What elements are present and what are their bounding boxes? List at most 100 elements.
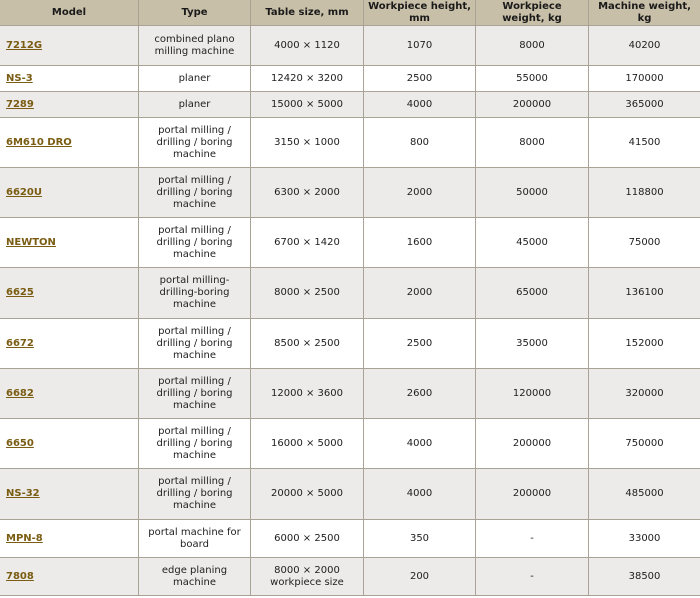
header-model: Model (0, 0, 139, 26)
table-row: NS-3 planer 12420 × 3200 2500 55000 1700… (0, 65, 700, 92)
type-cell: planer (138, 91, 251, 118)
workpiece-height-cell: 4000 (363, 418, 476, 469)
workpiece-weight-cell: 8000 (475, 25, 589, 66)
model-cell: 6620U (0, 167, 139, 218)
table-size-cell: 3150 × 1000 (250, 117, 364, 168)
model-cell: NS-3 (0, 65, 139, 92)
workpiece-weight-cell: 200000 (475, 418, 589, 469)
table-row: 6620U portal milling / drilling / boring… (0, 167, 700, 218)
workpiece-height-cell: 4000 (363, 468, 476, 520)
model-cell: MPN-8 (0, 519, 139, 558)
machine-weight-cell: 485000 (588, 468, 700, 520)
type-cell: planer (138, 65, 251, 92)
table-row: NEWTON portal milling / drilling / borin… (0, 217, 700, 268)
model-link[interactable]: 6682 (6, 388, 34, 399)
table-size-cell: 20000 × 5000 (250, 468, 364, 520)
workpiece-weight-cell: 50000 (475, 167, 589, 218)
table-size-cell: 4000 × 1120 (250, 25, 364, 66)
table-size-cell: 16000 × 5000 (250, 418, 364, 469)
table-row: 6M610 DRO portal milling / drilling / bo… (0, 117, 700, 168)
machine-weight-cell: 41500 (588, 117, 700, 168)
model-link[interactable]: 6672 (6, 338, 34, 349)
table-row: 6672 portal milling / drilling / boring … (0, 318, 700, 369)
model-link[interactable]: 6650 (6, 438, 34, 449)
table-size-cell: 12420 × 3200 (250, 65, 364, 92)
model-link[interactable]: 7289 (6, 99, 34, 110)
model-cell: 6650 (0, 418, 139, 469)
workpiece-height-cell: 2000 (363, 267, 476, 319)
type-cell: portal machine for board (138, 519, 251, 558)
table-row: 6682 portal milling / drilling / boring … (0, 368, 700, 419)
type-cell: portal milling / drilling / boring machi… (138, 217, 251, 268)
model-link[interactable]: 6625 (6, 287, 34, 298)
header-row: Model Type Table size, mm Workpiece heig… (0, 0, 700, 26)
table-size-cell: 8500 × 2500 (250, 318, 364, 369)
model-cell: 6672 (0, 318, 139, 369)
workpiece-height-cell: 4000 (363, 91, 476, 118)
model-cell: 6M610 DRO (0, 117, 139, 168)
table-size-cell: 15000 × 5000 (250, 91, 364, 118)
model-link[interactable]: 7808 (6, 571, 34, 582)
type-cell: portal milling / drilling / boring machi… (138, 117, 251, 168)
machine-weight-cell: 136100 (588, 267, 700, 319)
machine-weight-cell: 365000 (588, 91, 700, 118)
type-cell: portal milling / drilling / boring machi… (138, 368, 251, 419)
workpiece-weight-cell: - (475, 519, 589, 558)
model-link[interactable]: NEWTON (6, 237, 56, 248)
type-cell: portal milling / drilling / boring machi… (138, 418, 251, 469)
workpiece-height-cell: 350 (363, 519, 476, 558)
machine-weight-cell: 38500 (588, 557, 700, 596)
workpiece-height-cell: 2500 (363, 318, 476, 369)
table-row: 7212G combined plano milling machine 400… (0, 25, 700, 66)
workpiece-weight-cell: 65000 (475, 267, 589, 319)
model-link[interactable]: 6620U (6, 187, 42, 198)
type-cell: combined plano milling machine (138, 25, 251, 66)
table-row: 7289 planer 15000 × 5000 4000 200000 365… (0, 91, 700, 118)
table-row: 6625 portal milling-drilling-boring mach… (0, 267, 700, 319)
model-link[interactable]: MPN-8 (6, 533, 43, 544)
machine-weight-cell: 750000 (588, 418, 700, 469)
machine-weight-cell: 33000 (588, 519, 700, 558)
model-link[interactable]: NS-3 (6, 73, 33, 84)
table-row: MPN-8 portal machine for board 6000 × 25… (0, 519, 700, 558)
model-link[interactable]: 7212G (6, 40, 42, 51)
table-size-cell: 6300 × 2000 (250, 167, 364, 218)
workpiece-weight-cell: 8000 (475, 117, 589, 168)
header-type: Type (138, 0, 251, 26)
header-workpiece-weight: Workpiece weight, kg (475, 0, 589, 26)
workpiece-weight-cell: 200000 (475, 91, 589, 118)
workpiece-height-cell: 800 (363, 117, 476, 168)
model-cell: 7289 (0, 91, 139, 118)
workpiece-height-cell: 2600 (363, 368, 476, 419)
workpiece-weight-cell: 120000 (475, 368, 589, 419)
model-link[interactable]: NS-32 (6, 488, 40, 499)
type-cell: edge planing machine (138, 557, 251, 596)
model-cell: 6625 (0, 267, 139, 319)
model-cell: 7808 (0, 557, 139, 596)
workpiece-height-cell: 2500 (363, 65, 476, 92)
header-workpiece-height: Workpiece height, mm (363, 0, 476, 26)
model-cell: NEWTON (0, 217, 139, 268)
machine-weight-cell: 40200 (588, 25, 700, 66)
table-size-cell: 6700 × 1420 (250, 217, 364, 268)
workpiece-weight-cell: - (475, 557, 589, 596)
model-cell: NS-32 (0, 468, 139, 520)
workpiece-weight-cell: 35000 (475, 318, 589, 369)
model-link[interactable]: 6M610 DRO (6, 137, 72, 148)
workpiece-height-cell: 1070 (363, 25, 476, 66)
table-row: 6650 portal milling / drilling / boring … (0, 418, 700, 469)
model-cell: 7212G (0, 25, 139, 66)
table-size-cell: 6000 × 2500 (250, 519, 364, 558)
table-size-cell: 12000 × 3600 (250, 368, 364, 419)
workpiece-weight-cell: 55000 (475, 65, 589, 92)
machine-weight-cell: 170000 (588, 65, 700, 92)
header-table-size: Table size, mm (250, 0, 364, 26)
machine-weight-cell: 152000 (588, 318, 700, 369)
type-cell: portal milling / drilling / boring machi… (138, 468, 251, 520)
workpiece-height-cell: 1600 (363, 217, 476, 268)
table-row: NS-32 portal milling / drilling / boring… (0, 468, 700, 520)
header-machine-weight: Machine weight, kg (588, 0, 700, 26)
workpiece-weight-cell: 200000 (475, 468, 589, 520)
table-size-cell: 8000 × 2500 (250, 267, 364, 319)
machine-weight-cell: 75000 (588, 217, 700, 268)
